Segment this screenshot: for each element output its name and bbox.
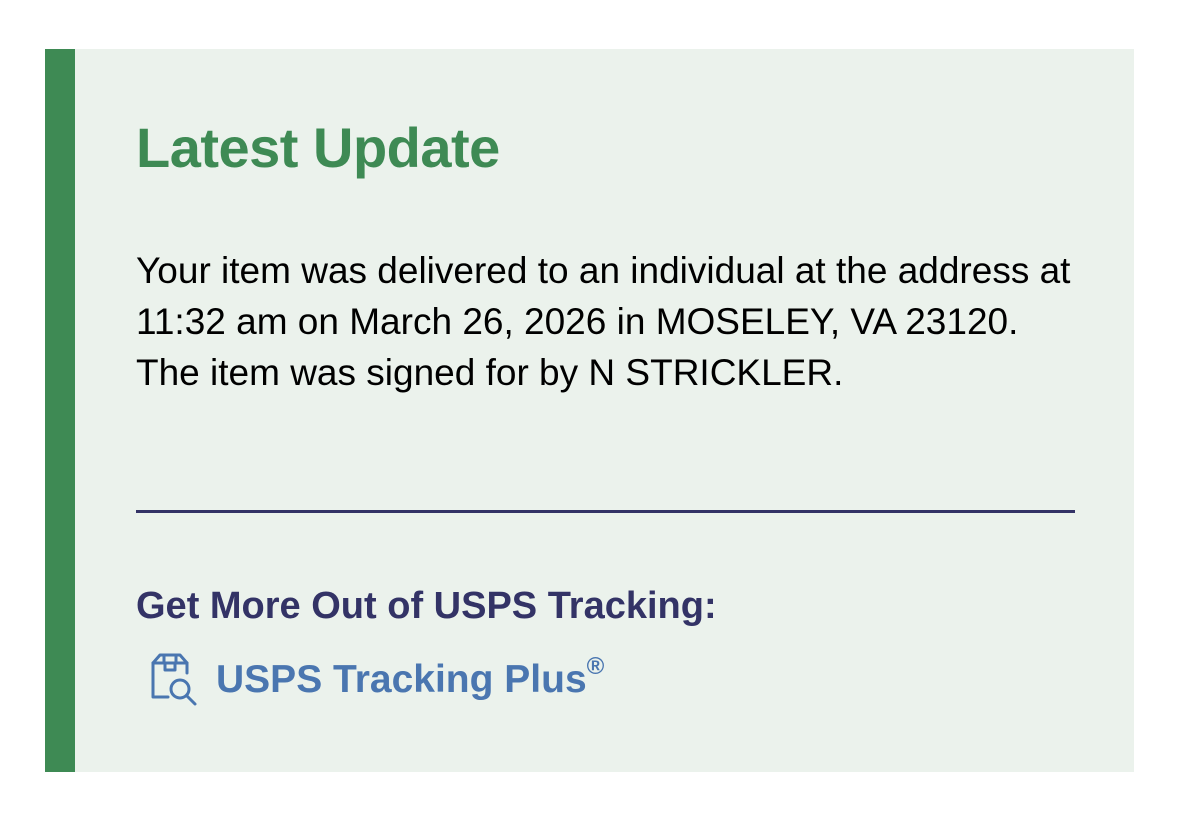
link-text: USPS Tracking Plus [216,657,587,701]
delivery-status-message: Your item was delivered to an individual… [136,250,1071,393]
usps-tracking-plus-label: USPS Tracking Plus® [216,653,604,702]
registered-mark: ® [586,652,605,680]
package-search-icon [144,649,200,709]
latest-update-card: Latest Update Your item was delivered to… [45,49,1134,772]
promo-heading: Get More Out of USPS Tracking: [136,585,717,627]
usps-tracking-plus-link[interactable]: USPS Tracking Plus® [144,649,604,709]
section-divider [136,510,1075,513]
card-title: Latest Update [136,116,500,179]
status-accent-bar [45,49,75,772]
